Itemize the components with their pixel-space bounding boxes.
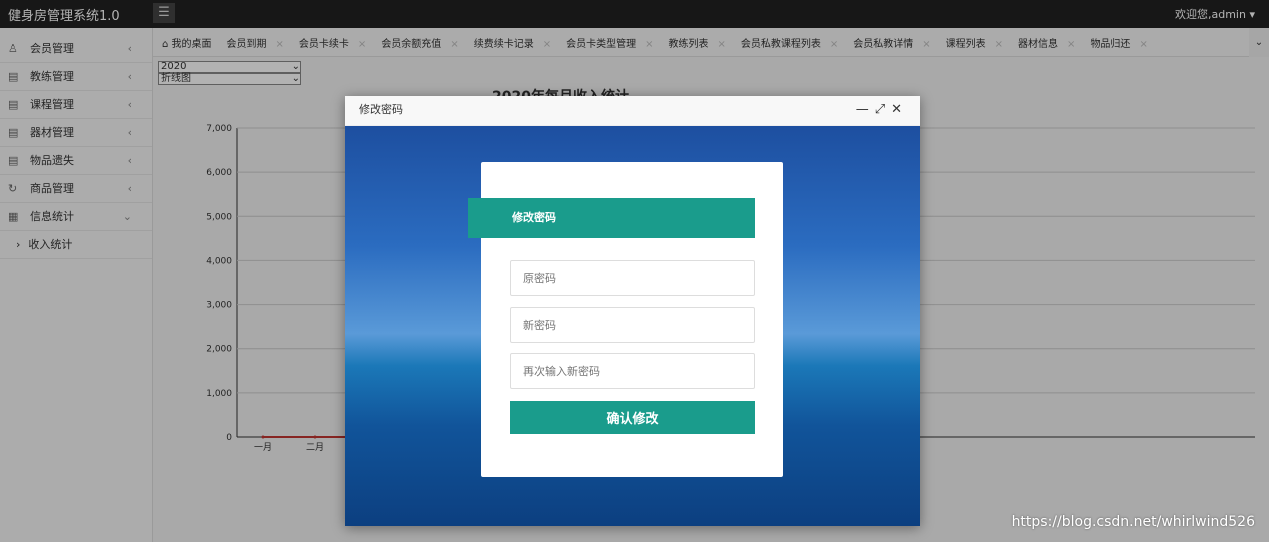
submit-button[interactable]: 确认修改 bbox=[510, 401, 755, 434]
form-header: 修改密码 bbox=[468, 198, 755, 238]
minimize-icon[interactable]: — bbox=[856, 102, 875, 117]
dialog-titlebar: 修改密码 —⤢✕ bbox=[345, 96, 920, 126]
new-password-input[interactable] bbox=[510, 307, 755, 343]
dialog-title: 修改密码 bbox=[359, 103, 403, 116]
change-password-dialog: 修改密码 —⤢✕ 修改密码 确认修改 bbox=[345, 96, 920, 526]
maximize-icon[interactable]: ⤢ bbox=[875, 102, 891, 117]
watermark: https://blog.csdn.net/whirlwind526 bbox=[1011, 514, 1255, 530]
dialog-background: 修改密码 确认修改 bbox=[345, 126, 920, 526]
old-password-input[interactable] bbox=[510, 260, 755, 296]
confirm-password-input[interactable] bbox=[510, 353, 755, 389]
close-icon[interactable]: ✕ bbox=[891, 102, 908, 117]
